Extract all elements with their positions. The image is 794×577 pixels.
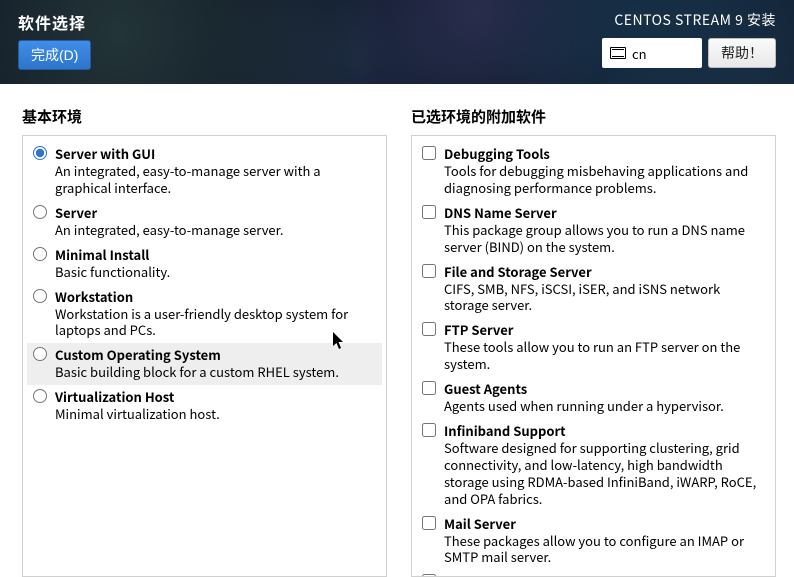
option-text: Custom Operating SystemBasic building bl… — [55, 345, 376, 381]
addon-checkbox[interactable] — [422, 423, 436, 437]
addon-option[interactable]: Infiniband SupportSoftware designed for … — [416, 419, 771, 512]
addons-column: 已选环境的附加软件 Debugging ToolsTools for debug… — [411, 106, 776, 577]
addon-option[interactable]: Network File System Client — [416, 570, 771, 577]
addon-option[interactable]: DNS Name ServerThis package group allows… — [416, 201, 771, 260]
option-label: Network File System Client — [444, 572, 765, 577]
option-desc: Workstation is a user-friendly desktop s… — [55, 306, 376, 340]
option-label: Server — [55, 203, 376, 222]
option-desc: An integrated, easy-to-manage server wit… — [55, 163, 376, 197]
env-radio[interactable] — [33, 389, 47, 403]
installer-name: CENTOS STREAM 9 安装 — [614, 10, 776, 30]
addon-option[interactable]: FTP ServerThese tools allow you to run a… — [416, 318, 771, 377]
help-button[interactable]: 帮助！ — [708, 38, 776, 68]
addons-panel: Debugging ToolsTools for debugging misbe… — [411, 135, 776, 577]
env-option[interactable]: Virtualization HostMinimal virtualizatio… — [27, 385, 382, 427]
env-radio[interactable] — [33, 247, 47, 261]
option-desc: This package group allows you to run a D… — [444, 222, 765, 256]
addon-checkbox[interactable] — [422, 516, 436, 530]
option-label: Workstation — [55, 287, 376, 306]
option-text: Mail ServerThese packages allow you to c… — [444, 514, 765, 567]
option-text: DNS Name ServerThis package group allows… — [444, 203, 765, 256]
option-text: FTP ServerThese tools allow you to run a… — [444, 320, 765, 373]
addon-checkbox[interactable] — [422, 264, 436, 278]
addons-heading: 已选环境的附加软件 — [411, 106, 776, 127]
env-option[interactable]: Minimal InstallBasic functionality. — [27, 243, 382, 285]
base-env-panel: Server with GUIAn integrated, easy-to-ma… — [22, 135, 387, 577]
option-text: Debugging ToolsTools for debugging misbe… — [444, 144, 765, 197]
option-desc: CIFS, SMB, NFS, iSCSI, iSER, and iSNS ne… — [444, 281, 765, 315]
header: 软件选择 完成(D) CENTOS STREAM 9 安装 cn 帮助！ — [0, 0, 794, 84]
option-label: Mail Server — [444, 514, 765, 533]
env-option[interactable]: ServerAn integrated, easy-to-manage serv… — [27, 201, 382, 243]
option-text: File and Storage ServerCIFS, SMB, NFS, i… — [444, 262, 765, 315]
env-option[interactable]: WorkstationWorkstation is a user-friendl… — [27, 285, 382, 344]
option-text: Infiniband SupportSoftware designed for … — [444, 421, 765, 508]
option-desc: An integrated, easy-to-manage server. — [55, 222, 376, 239]
option-desc: Software designed for supporting cluster… — [444, 440, 765, 508]
addon-checkbox[interactable] — [422, 381, 436, 395]
addon-checkbox[interactable] — [422, 205, 436, 219]
option-text: Network File System Client — [444, 572, 765, 577]
keyboard-layout-indicator[interactable]: cn — [602, 38, 702, 68]
option-text: WorkstationWorkstation is a user-friendl… — [55, 287, 376, 340]
addon-option[interactable]: File and Storage ServerCIFS, SMB, NFS, i… — [416, 260, 771, 319]
option-desc: These packages allow you to configure an… — [444, 533, 765, 567]
option-desc: Tools for debugging misbehaving applicat… — [444, 163, 765, 197]
content: 基本环境 Server with GUIAn integrated, easy-… — [0, 84, 794, 577]
keyboard-icon — [610, 47, 626, 59]
keyboard-layout-label: cn — [632, 44, 647, 63]
option-desc: Basic building block for a custom RHEL s… — [55, 364, 376, 381]
addon-checkbox[interactable] — [422, 322, 436, 336]
env-radio[interactable] — [33, 205, 47, 219]
addon-checkbox[interactable] — [422, 146, 436, 160]
option-desc: Agents used when running under a hypervi… — [444, 398, 765, 415]
option-text: Server with GUIAn integrated, easy-to-ma… — [55, 144, 376, 197]
done-button[interactable]: 完成(D) — [18, 40, 91, 70]
option-text: Guest AgentsAgents used when running und… — [444, 379, 765, 415]
option-text: ServerAn integrated, easy-to-manage serv… — [55, 203, 376, 239]
addon-option[interactable]: Guest AgentsAgents used when running und… — [416, 377, 771, 419]
env-radio[interactable] — [33, 146, 47, 160]
option-desc: Minimal virtualization host. — [55, 406, 376, 423]
base-env-heading: 基本环境 — [22, 106, 387, 127]
option-desc: These tools allow you to run an FTP serv… — [444, 339, 765, 373]
option-label: DNS Name Server — [444, 203, 765, 222]
addon-option[interactable]: Mail ServerThese packages allow you to c… — [416, 512, 771, 571]
header-controls: cn 帮助！ — [602, 38, 776, 68]
option-text: Minimal InstallBasic functionality. — [55, 245, 376, 281]
env-radio[interactable] — [33, 347, 47, 361]
header-right: CENTOS STREAM 9 安装 cn 帮助！ — [602, 10, 776, 68]
base-env-column: 基本环境 Server with GUIAn integrated, easy-… — [22, 106, 387, 577]
env-option[interactable]: Server with GUIAn integrated, easy-to-ma… — [27, 142, 382, 201]
option-text: Virtualization HostMinimal virtualizatio… — [55, 387, 376, 423]
env-radio[interactable] — [33, 289, 47, 303]
option-desc: Basic functionality. — [55, 264, 376, 281]
option-label: File and Storage Server — [444, 262, 765, 281]
addon-option[interactable]: Debugging ToolsTools for debugging misbe… — [416, 142, 771, 201]
option-label: Minimal Install — [55, 245, 376, 264]
env-option[interactable]: Custom Operating SystemBasic building bl… — [27, 343, 382, 385]
